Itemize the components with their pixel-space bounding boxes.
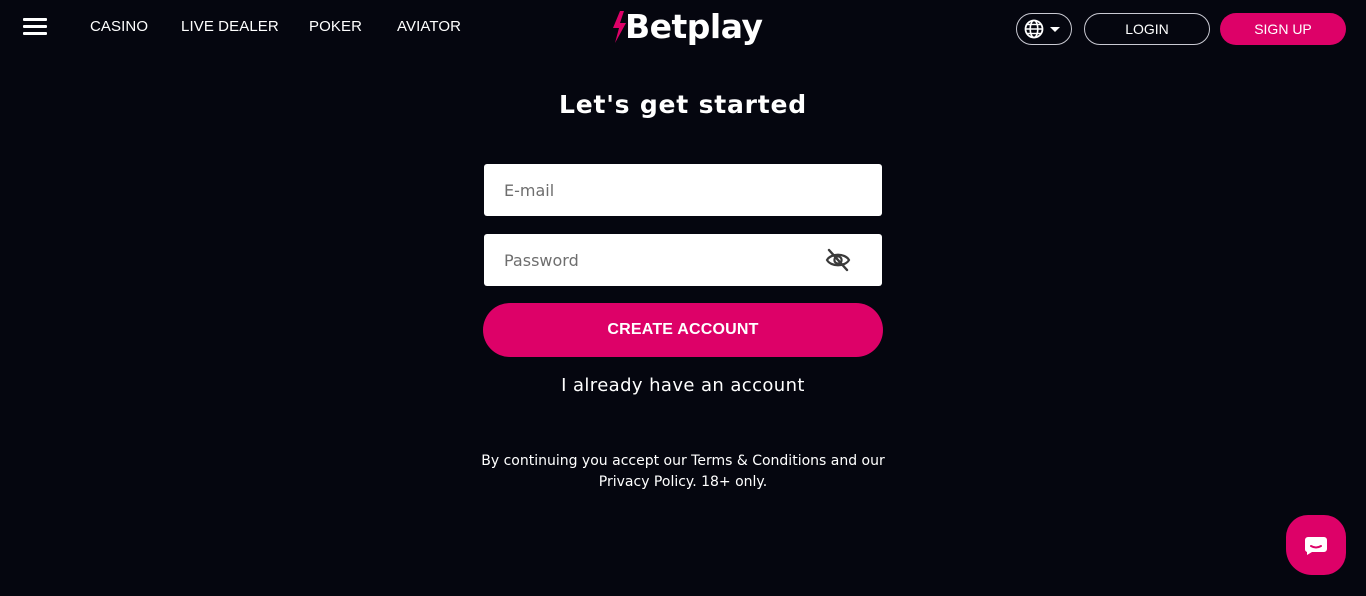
nav-casino[interactable]: CASINO: [90, 18, 148, 35]
email-field[interactable]: [484, 164, 882, 216]
globe-icon: [1024, 19, 1044, 39]
create-account-button[interactable]: CREATE ACCOUNT: [483, 303, 883, 357]
nav-aviator[interactable]: AVIATOR: [397, 18, 461, 35]
email-field-wrapper: [484, 164, 882, 216]
password-field-wrapper: [484, 234, 882, 286]
chat-bubble-icon: [1304, 537, 1327, 555]
password-field[interactable]: [484, 234, 882, 286]
logo-text: Betplay: [625, 7, 763, 46]
nav-poker[interactable]: POKER: [309, 18, 362, 35]
betplay-logo[interactable]: Betplay: [611, 8, 763, 46]
chevron-down-icon: [1050, 27, 1060, 32]
language-selector[interactable]: [1016, 13, 1072, 45]
eye-slash-icon[interactable]: [825, 248, 851, 272]
chat-button[interactable]: [1286, 515, 1346, 575]
login-link[interactable]: I already have an account: [0, 375, 1366, 396]
page-title: Let's get started: [558, 90, 807, 119]
nav-live-dealer[interactable]: LIVE DEALER: [181, 18, 279, 35]
hamburger-menu-icon[interactable]: [23, 18, 47, 36]
signup-button[interactable]: SIGN UP: [1220, 13, 1346, 45]
terms-line-2: Privacy Policy. 18+ only.: [598, 474, 768, 490]
top-header: CASINO LIVE DEALER POKER AVIATOR Betplay…: [0, 0, 1366, 56]
login-button[interactable]: LOGIN: [1084, 13, 1210, 45]
terms-notice: By continuing you accept our Terms & Con…: [0, 451, 1366, 493]
terms-line-1: By continuing you accept our Terms & Con…: [481, 453, 885, 469]
